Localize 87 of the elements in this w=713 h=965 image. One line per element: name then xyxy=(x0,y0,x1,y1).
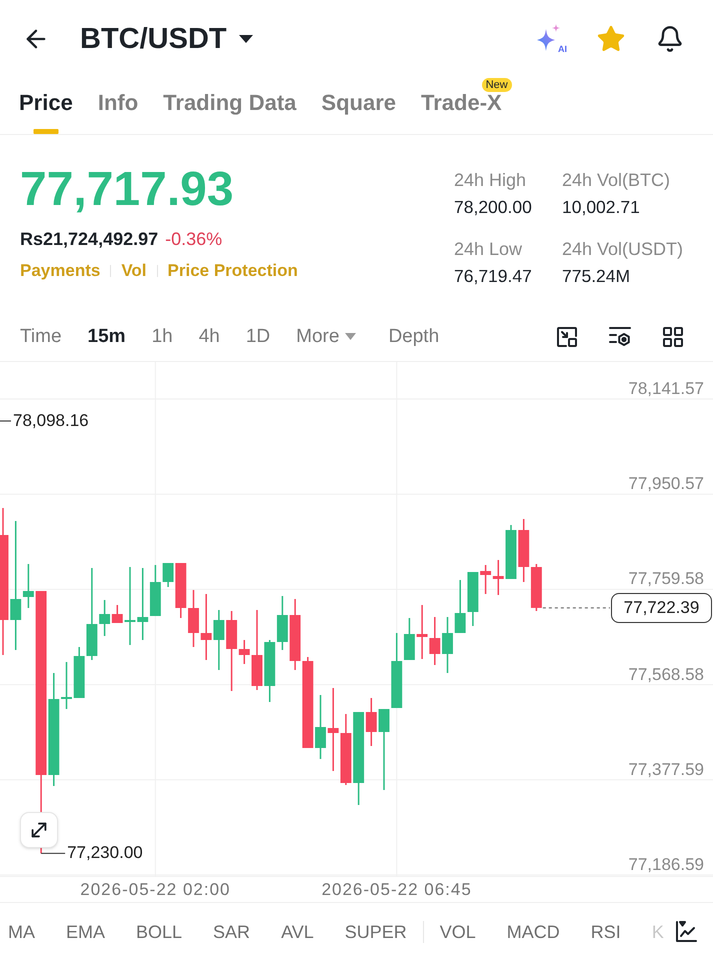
candlestick xyxy=(340,714,352,786)
shortcut-link[interactable]: Vol xyxy=(121,259,147,283)
leader-line xyxy=(40,852,66,854)
tab-badge: New xyxy=(482,78,512,92)
stat-value: 775.24M xyxy=(562,265,632,288)
tab[interactable]: Price xyxy=(19,92,73,134)
indicator-option[interactable]: SUPER xyxy=(344,920,407,944)
stat-label: 24h Vol(BTC) xyxy=(562,169,672,192)
landscape-button[interactable] xyxy=(555,324,579,348)
price-scale-label: 77,377.59 xyxy=(628,760,704,780)
indicator-option[interactable]: MA xyxy=(8,920,35,944)
stat-value: 10,002.71 xyxy=(562,196,641,219)
grid-icon xyxy=(661,324,685,348)
depth-tab[interactable]: Depth xyxy=(388,324,440,348)
price-marker-label: 78,098.16 xyxy=(13,411,89,431)
indicator-settings-button[interactable] xyxy=(608,324,632,348)
stat-label: 24h High xyxy=(454,169,528,192)
candlestick xyxy=(200,594,212,660)
layout-button[interactable] xyxy=(661,324,685,348)
last-price: 77,717.93 xyxy=(20,162,234,217)
indicator-option[interactable]: AVL xyxy=(281,920,314,944)
bell-icon xyxy=(656,25,684,53)
pair-selector[interactable]: BTC/USDT xyxy=(80,21,253,57)
settings-icon xyxy=(608,324,632,348)
candlestick xyxy=(276,596,288,650)
candlestick xyxy=(480,565,492,594)
tab[interactable]: Trade-X xyxy=(421,92,502,134)
price-scale-label: 77,759.58 xyxy=(628,569,704,590)
candlestick xyxy=(530,564,542,611)
indicator-option[interactable]: VOL xyxy=(440,920,476,944)
candlestick xyxy=(467,572,478,626)
interval-tab[interactable]: 15m xyxy=(88,324,126,348)
candlestick xyxy=(188,590,199,647)
stat-label: 24h Vol(USDT) xyxy=(562,238,684,261)
price-line xyxy=(542,607,610,608)
ai-assistant-button[interactable]: AI xyxy=(535,24,567,54)
candlestick xyxy=(492,560,504,595)
shortcut-link[interactable]: Payments xyxy=(20,259,100,283)
line-chart-icon xyxy=(674,920,698,944)
candlestick xyxy=(442,617,453,673)
tab-underline xyxy=(33,129,58,134)
candlestick xyxy=(518,519,530,582)
candlestick xyxy=(416,605,428,659)
star-icon xyxy=(596,24,626,54)
candlestick xyxy=(429,617,440,665)
interval-tab[interactable]: 1D xyxy=(246,324,270,348)
candlestick xyxy=(137,568,148,640)
interval-tab[interactable]: 4h xyxy=(198,324,220,348)
candlestick xyxy=(290,599,301,670)
candlestick xyxy=(150,565,161,616)
interval-tab[interactable]: 1h xyxy=(152,324,173,348)
indicator-option[interactable]: SAR xyxy=(213,920,250,944)
price-change: -0.36% xyxy=(165,228,222,251)
price-scale-label: 77,186.59 xyxy=(628,855,704,875)
indicator-option[interactable]: BOLL xyxy=(136,920,182,944)
tab[interactable]: Info xyxy=(98,92,138,134)
time-scale-label: 2026-05-22 02:00 xyxy=(80,880,230,900)
indicator-option[interactable]: MACD xyxy=(506,920,560,944)
candlestick xyxy=(454,580,466,633)
price-scale-label: 78,141.57 xyxy=(628,378,704,399)
indicator-option[interactable]: EMA xyxy=(66,920,106,944)
shortcut-link[interactable]: Price Protection xyxy=(168,259,298,283)
more-dropdown[interactable]: More xyxy=(296,324,356,348)
tab[interactable]: Trading Data xyxy=(163,92,296,134)
caret-down-icon xyxy=(238,35,253,43)
indicator-option[interactable]: RSI xyxy=(590,920,621,944)
candlestick xyxy=(264,640,276,702)
resize-window-icon xyxy=(555,324,579,348)
leader-line xyxy=(0,420,12,422)
interval-tab[interactable]: Time xyxy=(20,324,62,348)
caret-down-icon xyxy=(345,333,356,340)
candlestick xyxy=(61,662,72,709)
fiat-price: Rs21,724,492.97 xyxy=(20,228,158,251)
stat-label: 24h Low xyxy=(454,238,524,261)
candlestick xyxy=(506,525,516,579)
price-scale-label: 77,568.58 xyxy=(628,664,704,685)
stat-value: 78,200.00 xyxy=(454,196,533,219)
price-scale-label: 77,950.57 xyxy=(628,474,704,494)
time-scale-label: 2026-05-22 06:45 xyxy=(322,880,472,900)
chart-type-button[interactable] xyxy=(674,920,698,944)
expand-button[interactable] xyxy=(20,812,58,848)
candlestick xyxy=(213,610,224,670)
candlestick xyxy=(315,695,326,759)
tab[interactable]: Square xyxy=(321,92,396,134)
last-price-tag: 77,722.39 xyxy=(611,592,712,623)
price-marker-label: 77,230.00 xyxy=(67,843,143,864)
stat-value: 76,719.47 xyxy=(454,265,533,288)
